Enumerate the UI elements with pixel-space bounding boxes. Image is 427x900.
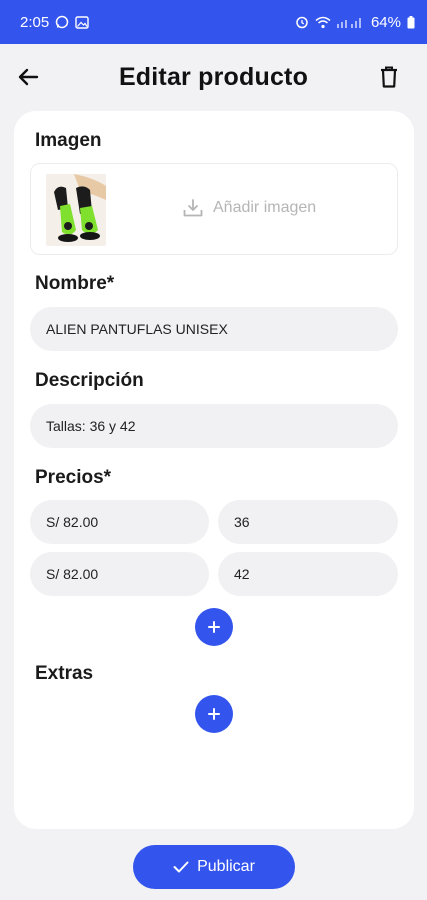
plus-icon <box>208 708 220 720</box>
publish-button[interactable]: Publicar <box>133 845 295 889</box>
product-thumbnail[interactable] <box>46 174 106 246</box>
page-title: Editar producto <box>118 62 309 91</box>
variant-input[interactable]: 36 <box>218 500 398 544</box>
app-bar: Editar producto <box>0 44 427 110</box>
name-input[interactable]: ALIEN PANTUFLAS UNISEX <box>30 307 398 351</box>
variant-input[interactable]: 42 <box>218 552 398 596</box>
status-bar: 2:05 64% <box>0 0 427 44</box>
arrow-left-icon <box>18 68 39 86</box>
battery-percent: 64% <box>370 13 401 31</box>
add-price-button[interactable] <box>195 608 233 646</box>
add-image-label: Añadir imagen <box>213 199 317 216</box>
add-extra-button[interactable] <box>195 695 233 733</box>
back-button[interactable] <box>14 63 42 91</box>
gallery-icon <box>75 15 89 29</box>
wifi-icon <box>315 16 331 29</box>
status-time: 2:05 <box>20 13 50 31</box>
name-label: Nombre* <box>35 273 115 294</box>
plus-icon <box>208 621 220 633</box>
description-label: Descripción <box>35 370 144 391</box>
status-bar-right: 64% <box>295 14 415 31</box>
download-icon <box>183 199 203 217</box>
check-icon <box>173 861 189 873</box>
battery-icon <box>407 15 415 29</box>
prices-label: Precios* <box>35 467 112 488</box>
price-input[interactable]: S/ 82.00 <box>30 552 209 596</box>
whatsapp-icon <box>55 15 69 29</box>
signal-icon <box>336 16 365 28</box>
add-image-button[interactable]: Añadir imagen <box>183 199 316 217</box>
trash-icon <box>381 66 397 88</box>
publish-label: Publicar <box>197 858 255 875</box>
extras-label: Extras <box>35 663 94 684</box>
delete-button[interactable] <box>375 63 403 91</box>
price-input[interactable]: S/ 82.00 <box>30 500 209 544</box>
image-picker[interactable]: Añadir imagen <box>30 163 398 255</box>
image-label: Imagen <box>35 130 102 151</box>
product-form-card: Imagen Añadir imagen Nombre* ALIEN PANTU… <box>14 111 414 829</box>
status-bar-left: 2:05 <box>20 14 89 31</box>
description-input[interactable]: Tallas: 36 y 42 <box>30 404 398 448</box>
alarm-icon <box>295 15 309 29</box>
